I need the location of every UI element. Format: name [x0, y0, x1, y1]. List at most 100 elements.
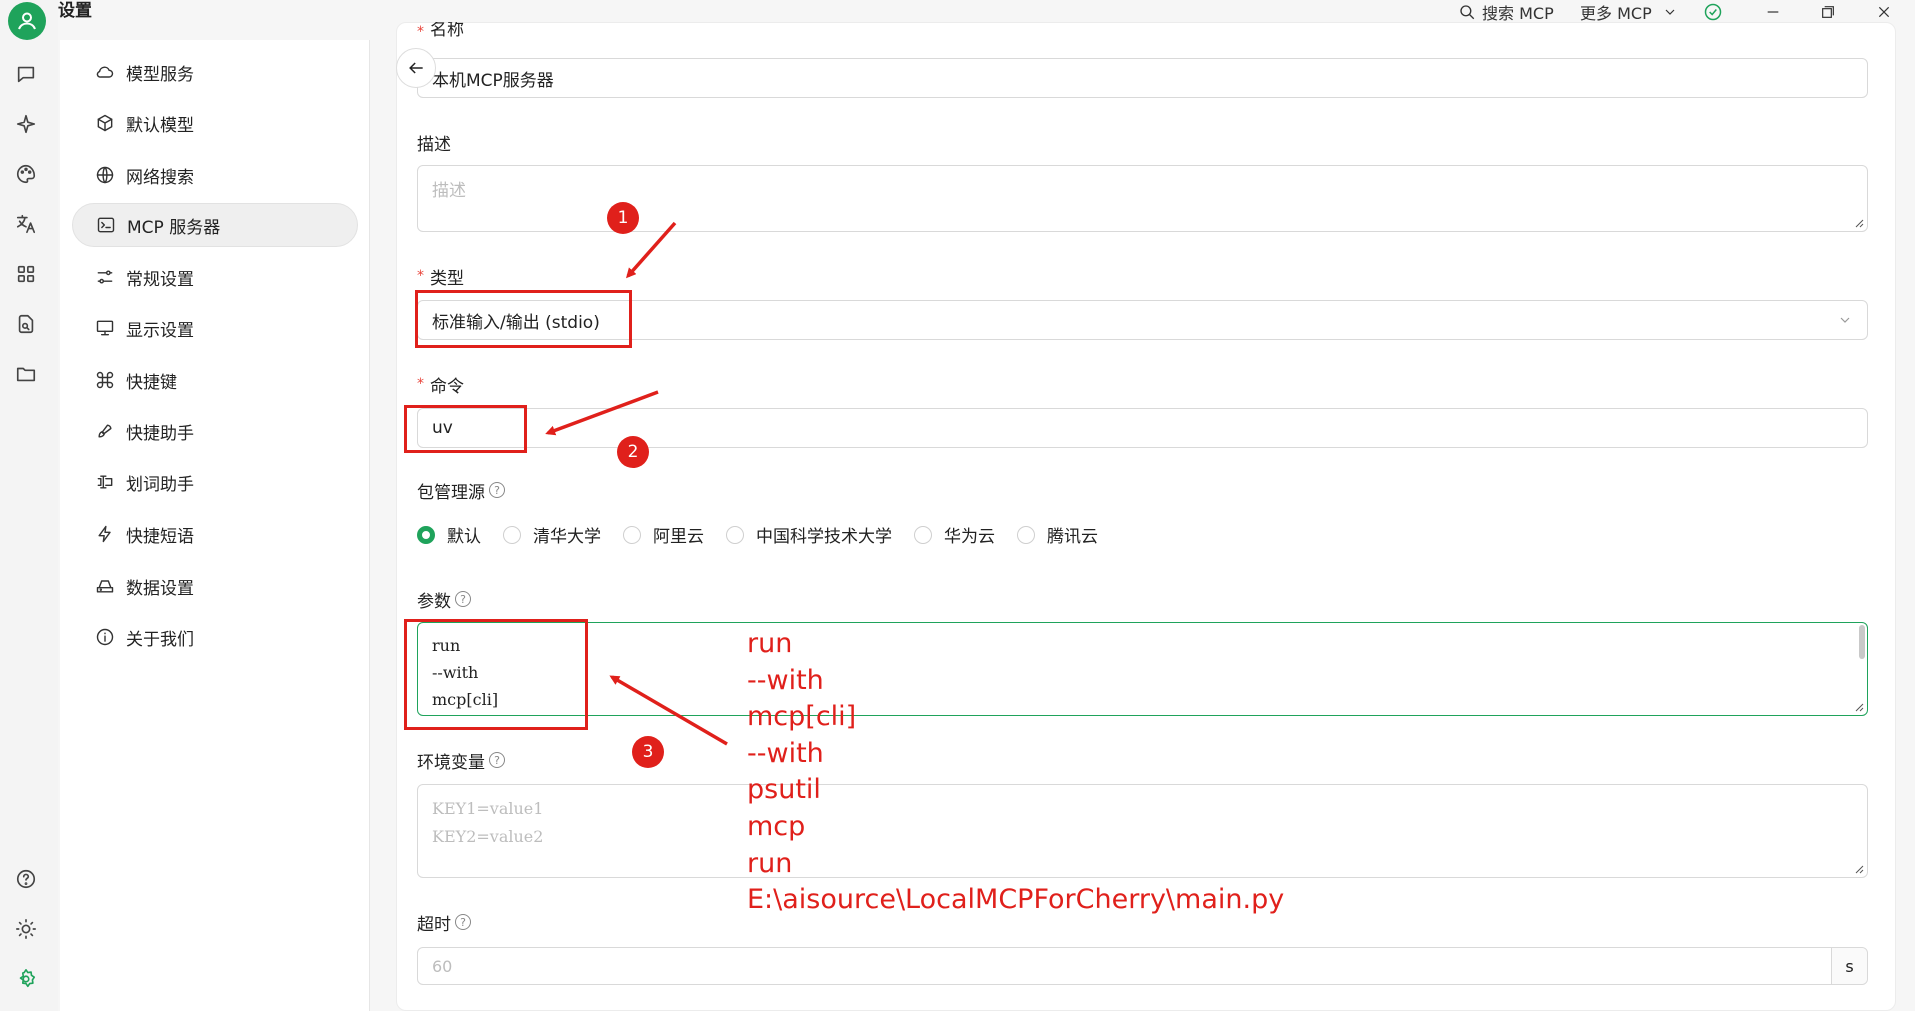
info-icon: [94, 626, 116, 648]
terminal-icon: [95, 214, 117, 236]
search-icon: [1460, 5, 1475, 20]
nav-item-shortcuts[interactable]: 快捷键: [72, 358, 358, 402]
type-select[interactable]: 标准输入/输出 (stdio): [417, 300, 1868, 340]
nav-item-selection-assistant[interactable]: 划词助手: [72, 460, 358, 504]
zap-icon: [94, 523, 116, 545]
args-label-wrapper: 参数 ?: [417, 587, 471, 612]
nav-item-about[interactable]: 关于我们: [72, 615, 358, 659]
name-label-wrapper: * 名称: [417, 22, 464, 40]
annotation-box-args: [404, 619, 588, 730]
more-mcp-label: 更多 MCP: [1580, 4, 1652, 23]
nav-label: 模型服务: [126, 64, 194, 85]
description-label: 描述: [417, 134, 451, 155]
translate-icon[interactable]: [14, 212, 38, 236]
nav-item-data-settings[interactable]: 数据设置: [72, 564, 358, 608]
registry-label: 包管理源: [417, 482, 485, 503]
palette-icon[interactable]: [14, 162, 38, 186]
close-button[interactable]: [1876, 0, 1892, 24]
resize-handle-icon[interactable]: [1854, 864, 1864, 874]
file-search-icon[interactable]: [14, 312, 38, 336]
status-ok-indicator[interactable]: [1703, 0, 1723, 24]
name-input[interactable]: 本机MCP服务器: [417, 58, 1868, 98]
nav-label: 划词助手: [126, 474, 194, 495]
avatar[interactable]: [8, 2, 46, 40]
required-mark: *: [417, 376, 424, 392]
nav-label: 默认模型: [126, 115, 194, 136]
timeout-input[interactable]: 60 s: [417, 947, 1868, 985]
radio-dot: [726, 525, 744, 544]
timeout-placeholder: 60: [432, 956, 453, 976]
nav-item-model-service[interactable]: 模型服务: [72, 50, 358, 94]
nav-item-quick-phrases[interactable]: 快捷短语: [72, 512, 358, 556]
registry-option-huawei[interactable]: 华为云: [914, 522, 995, 547]
note-line: run: [747, 847, 793, 879]
help-circle-icon[interactable]: [14, 867, 38, 891]
registry-option-tsinghua[interactable]: 清华大学: [503, 522, 601, 547]
icon-rail: [0, 0, 58, 1011]
sparkle-icon[interactable]: [14, 112, 38, 136]
nav-item-default-model[interactable]: 默认模型: [72, 101, 358, 145]
type-label-wrapper: * 类型: [417, 264, 464, 289]
restore-icon: [1822, 6, 1834, 18]
args-label: 参数: [417, 591, 451, 612]
radio-label: 华为云: [944, 527, 995, 547]
close-icon: [1878, 6, 1890, 18]
restore-button[interactable]: [1820, 0, 1836, 24]
registry-option-ustc[interactable]: 中国科学技术大学: [726, 522, 892, 547]
nav-label: 快捷助手: [126, 423, 194, 444]
sun-icon[interactable]: [14, 917, 38, 941]
resize-handle-icon[interactable]: [1854, 218, 1864, 228]
radio-label: 清华大学: [533, 527, 601, 547]
chat-icon[interactable]: [14, 62, 38, 86]
nav-item-quick-assistant[interactable]: 快捷助手: [72, 409, 358, 453]
resize-handle-icon[interactable]: [1854, 702, 1864, 712]
help-icon[interactable]: ?: [489, 482, 505, 498]
timeout-unit: s: [1831, 948, 1867, 984]
help-icon[interactable]: ?: [489, 752, 505, 768]
radio-label: 中国科学技术大学: [756, 527, 892, 547]
annotation-box-type: [415, 290, 632, 348]
nav-label: 快捷短语: [126, 526, 194, 547]
rocket-icon: [94, 420, 116, 442]
app-title: 设置: [58, 1, 92, 21]
nav-item-web-search[interactable]: 网络搜索: [72, 153, 358, 197]
registry-option-aliyun[interactable]: 阿里云: [623, 522, 704, 547]
nav-item-display-settings[interactable]: 显示设置: [72, 306, 358, 350]
radio-dot: [914, 525, 932, 544]
radio-dot: [1017, 525, 1035, 544]
minimize-button[interactable]: [1765, 0, 1781, 24]
settings-gear-icon[interactable]: [14, 967, 38, 991]
annotation-badge-2: 2: [617, 436, 649, 468]
apps-grid-icon[interactable]: [14, 262, 38, 286]
more-mcp-button[interactable]: 更多 MCP: [1580, 0, 1678, 24]
cloud-icon: [94, 61, 116, 83]
registry-option-default[interactable]: 默认: [417, 522, 481, 547]
search-mcp-button[interactable]: 搜索 MCP: [1458, 0, 1554, 24]
chevron-down-icon: [1840, 317, 1850, 323]
nav-item-mcp-servers[interactable]: MCP 服务器: [72, 203, 358, 247]
required-mark: *: [417, 24, 424, 40]
note-line: --with: [747, 664, 824, 696]
settings-nav: 模型服务 默认模型 网络搜索 MCP 服务器 常规设置 显示设置 快捷键 快捷助…: [60, 40, 370, 1011]
cube-icon: [94, 112, 116, 134]
env-label-wrapper: 环境变量 ?: [417, 748, 505, 773]
help-icon[interactable]: ?: [455, 914, 471, 930]
chevron-down-icon: [1665, 9, 1675, 15]
text-select-icon: [94, 471, 116, 493]
registry-label-wrapper: 包管理源 ?: [417, 478, 505, 503]
nav-item-general-settings[interactable]: 常规设置: [72, 255, 358, 299]
folder-icon[interactable]: [14, 362, 38, 386]
registry-option-tencent[interactable]: 腾讯云: [1017, 522, 1098, 547]
help-icon[interactable]: ?: [455, 591, 471, 607]
annotation-box-command: [404, 405, 527, 453]
nav-label: 网络搜索: [126, 167, 194, 188]
timeout-label: 超时: [417, 914, 451, 935]
scrollbar-thumb[interactable]: [1859, 625, 1865, 659]
back-button[interactable]: [396, 48, 436, 88]
check-circle-icon: [1704, 3, 1722, 21]
note-line: mcp[cli]: [747, 701, 857, 733]
globe-icon: [94, 164, 116, 186]
radio-dot: [417, 525, 435, 544]
type-label: 类型: [430, 268, 464, 289]
hard-drive-icon: [94, 575, 116, 597]
